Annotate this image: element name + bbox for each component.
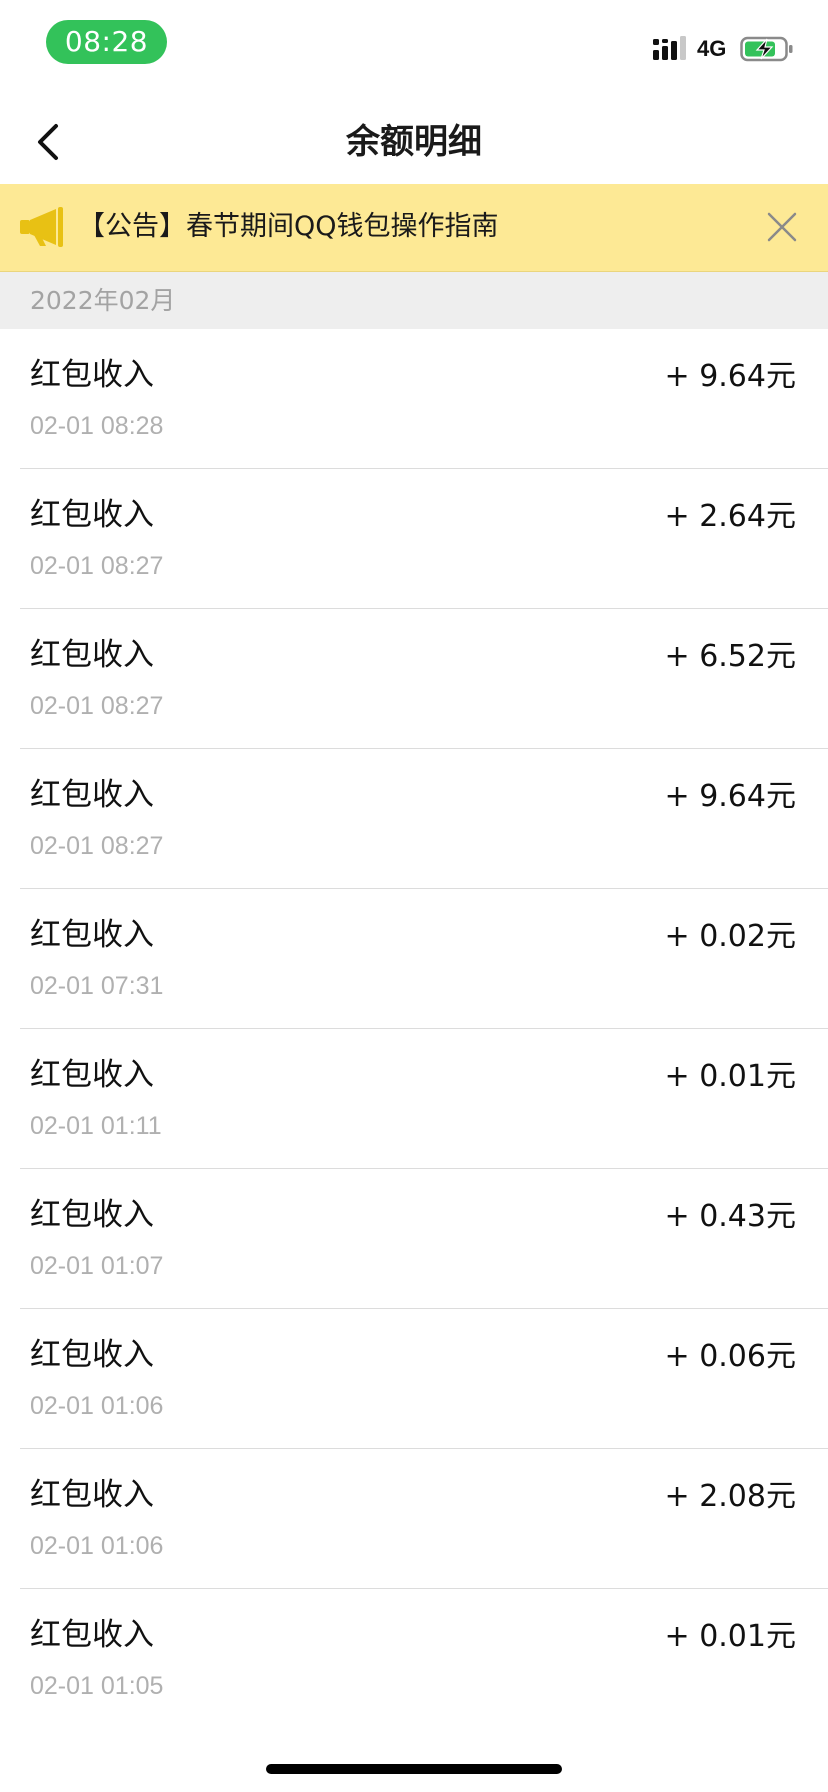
- record-title: 红包收入: [30, 1617, 154, 1653]
- month-section-header: 2022年02月: [0, 272, 828, 329]
- record-amount: + 2.64元: [664, 499, 796, 534]
- announcement-banner[interactable]: 【公告】春节期间QQ钱包操作指南: [0, 184, 828, 272]
- record-list: 红包收入 02-01 08:28 + 9.64元 红包收入 02-01 08:2…: [0, 329, 828, 1729]
- list-item[interactable]: 红包收入 02-01 01:06 + 0.06元: [0, 1309, 828, 1449]
- record-title: 红包收入: [30, 637, 154, 673]
- signal-bars-icon: [653, 36, 686, 60]
- record-title: 红包收入: [30, 1337, 154, 1373]
- network-type: 4G: [697, 36, 727, 61]
- record-amount: + 9.64元: [664, 359, 796, 394]
- close-icon: [767, 212, 797, 242]
- record-time: 02-01 01:06: [30, 1532, 164, 1560]
- record-time: 02-01 08:27: [30, 832, 164, 860]
- record-amount: + 0.01元: [664, 1619, 796, 1654]
- close-announcement-button[interactable]: [756, 201, 808, 253]
- record-title: 红包收入: [30, 777, 154, 813]
- record-time: 02-01 01:06: [30, 1392, 164, 1420]
- status-bar: 08:28 4G: [0, 0, 828, 100]
- list-item[interactable]: 红包收入 02-01 01:11 + 0.01元: [0, 1029, 828, 1169]
- battery-charging-icon: [740, 36, 793, 62]
- month-label: 2022年02月: [30, 286, 176, 315]
- list-item[interactable]: 红包收入 02-01 08:28 + 9.64元: [0, 329, 828, 469]
- record-amount: + 2.08元: [664, 1479, 796, 1514]
- record-time: 02-01 01:07: [30, 1252, 164, 1280]
- record-title: 红包收入: [30, 357, 154, 393]
- record-time: 02-01 08:28: [30, 412, 164, 440]
- list-item[interactable]: 红包收入 02-01 01:06 + 2.08元: [0, 1449, 828, 1589]
- record-title: 红包收入: [30, 1057, 154, 1093]
- record-time: 02-01 07:31: [30, 972, 164, 1000]
- status-time: 08:28: [46, 20, 167, 64]
- announcement-text[interactable]: 【公告】春节期间QQ钱包操作指南: [78, 206, 499, 248]
- page-title: 余额明细: [346, 122, 482, 162]
- record-time: 02-01 01:11: [30, 1112, 162, 1140]
- list-item[interactable]: 红包收入 02-01 08:27 + 9.64元: [0, 749, 828, 889]
- list-item[interactable]: 红包收入 02-01 07:31 + 0.02元: [0, 889, 828, 1029]
- home-indicator[interactable]: [266, 1764, 562, 1774]
- record-time: 02-01 01:05: [30, 1672, 164, 1700]
- record-amount: + 0.01元: [664, 1059, 796, 1094]
- record-time: 02-01 08:27: [30, 552, 164, 580]
- record-time: 02-01 08:27: [30, 692, 164, 720]
- record-amount: + 0.06元: [664, 1339, 796, 1374]
- list-item[interactable]: 红包收入 02-01 08:27 + 6.52元: [0, 609, 828, 749]
- record-title: 红包收入: [30, 1197, 154, 1233]
- nav-bar: 余额明细: [0, 100, 828, 184]
- record-amount: + 0.02元: [664, 919, 796, 954]
- list-item[interactable]: 红包收入 02-01 01:05 + 0.01元: [0, 1589, 828, 1729]
- list-item[interactable]: 红包收入 02-01 01:07 + 0.43元: [0, 1169, 828, 1309]
- record-amount: + 0.43元: [664, 1199, 796, 1234]
- record-amount: + 6.52元: [664, 639, 796, 674]
- megaphone-icon: [20, 207, 63, 247]
- record-title: 红包收入: [30, 917, 154, 953]
- record-title: 红包收入: [30, 497, 154, 533]
- record-amount: + 9.64元: [664, 779, 796, 814]
- list-item[interactable]: 红包收入 02-01 08:27 + 2.64元: [0, 469, 828, 609]
- record-title: 红包收入: [30, 1477, 154, 1513]
